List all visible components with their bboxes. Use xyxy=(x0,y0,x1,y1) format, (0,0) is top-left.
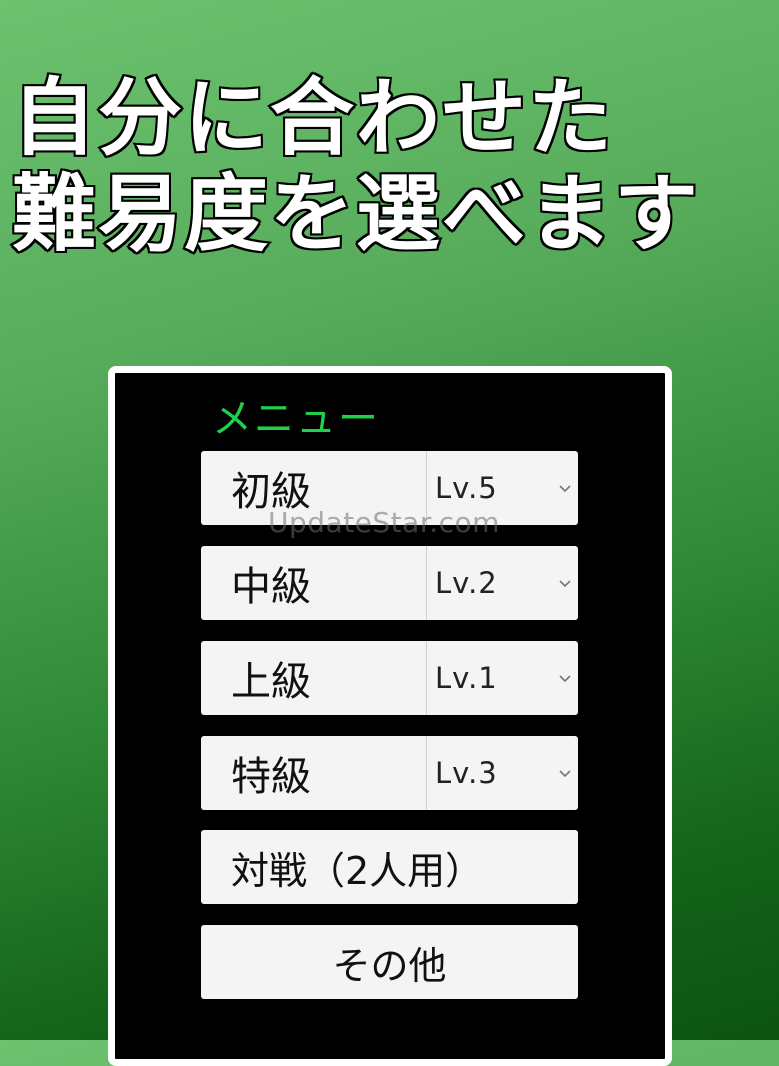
difficulty-row-expert: 特級 Lv.3 xyxy=(201,736,578,810)
versus-two-player-button[interactable]: 対戦（2人用） xyxy=(201,830,578,904)
level-select-beginner[interactable]: Lv.5 xyxy=(427,451,578,525)
menu-panel: メニュー 初級 Lv.5 中級 Lv.2 上級 Lv.1 特級 Lv.3 対戦（… xyxy=(108,366,672,1066)
level-select-value: Lv.5 xyxy=(435,471,498,505)
level-select-value: Lv.3 xyxy=(435,756,498,790)
promo-headline: 自分に合わせた 難易度を選べます xyxy=(10,68,779,264)
difficulty-row-intermediate: 中級 Lv.2 xyxy=(201,546,578,620)
level-select-expert[interactable]: Lv.3 xyxy=(427,736,578,810)
level-select-value: Lv.2 xyxy=(435,566,498,600)
difficulty-row-advanced: 上級 Lv.1 xyxy=(201,641,578,715)
level-select-intermediate[interactable]: Lv.2 xyxy=(427,546,578,620)
headline-line-1: 自分に合わせた xyxy=(10,68,615,168)
difficulty-row-beginner: 初級 Lv.5 xyxy=(201,451,578,525)
chevron-down-icon xyxy=(559,580,571,588)
headline-line-2: 難易度を選べます xyxy=(10,164,701,264)
chevron-down-icon xyxy=(559,485,571,493)
difficulty-button-expert[interactable]: 特級 xyxy=(201,736,427,810)
difficulty-button-beginner[interactable]: 初級 xyxy=(201,451,427,525)
chevron-down-icon xyxy=(559,675,571,683)
chevron-down-icon xyxy=(559,770,571,778)
difficulty-button-intermediate[interactable]: 中級 xyxy=(201,546,427,620)
other-button[interactable]: その他 xyxy=(201,925,578,999)
level-select-advanced[interactable]: Lv.1 xyxy=(427,641,578,715)
difficulty-button-advanced[interactable]: 上級 xyxy=(201,641,427,715)
menu-title: メニュー xyxy=(212,396,380,442)
level-select-value: Lv.1 xyxy=(435,661,498,695)
